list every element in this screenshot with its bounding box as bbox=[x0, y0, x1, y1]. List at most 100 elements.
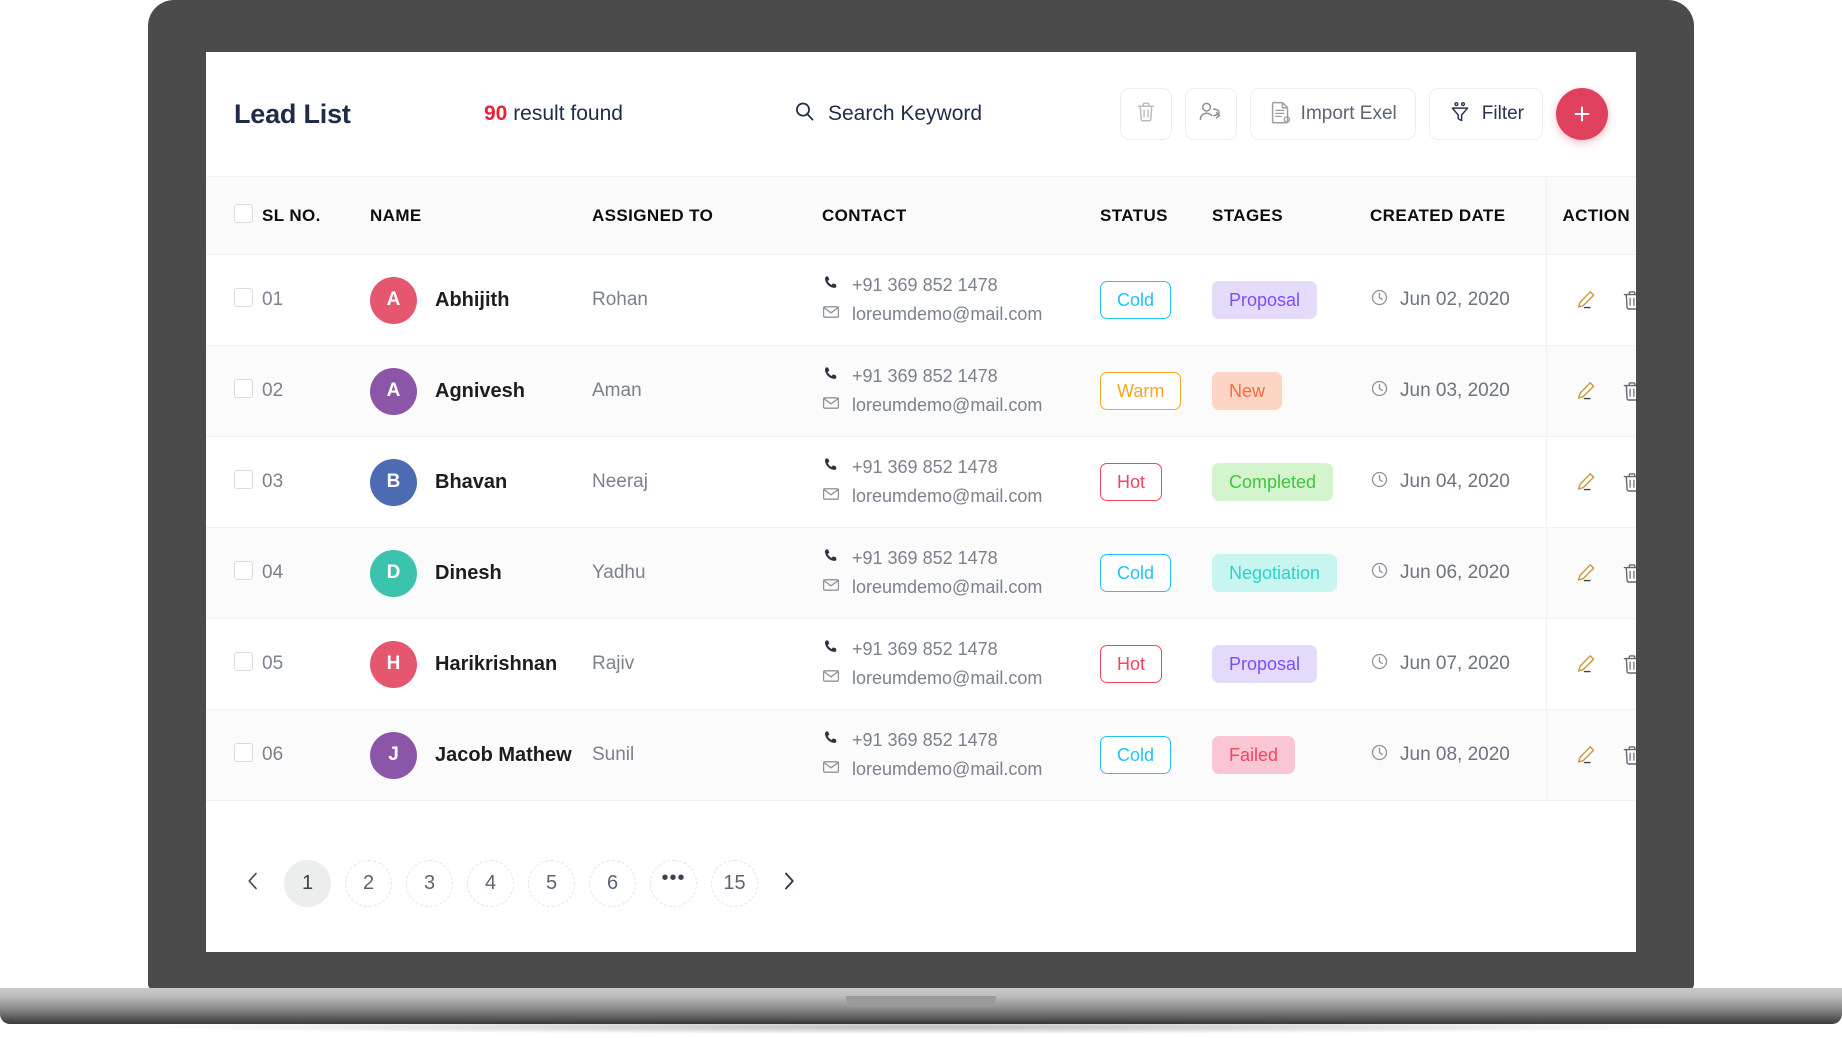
delete-row-icon[interactable] bbox=[1620, 743, 1636, 767]
cell-status: Cold bbox=[1100, 527, 1212, 619]
pagination-page-4[interactable]: 4 bbox=[467, 859, 514, 907]
contact-email: loreumdemo@mail.com bbox=[822, 758, 1100, 781]
row-select-cell bbox=[206, 709, 258, 801]
phone-number: +91 369 852 1478 bbox=[852, 275, 998, 295]
header-sl-no: SL NO. bbox=[258, 176, 370, 255]
cell-status: Warm bbox=[1100, 345, 1212, 437]
email-address: loreumdemo@mail.com bbox=[852, 486, 1043, 506]
delete-row-icon[interactable] bbox=[1620, 470, 1636, 494]
cell-assigned-to: Yadhu bbox=[592, 527, 822, 619]
header-stages: STAGES bbox=[1212, 176, 1370, 255]
delete-row-icon[interactable] bbox=[1620, 379, 1636, 403]
row-checkbox[interactable] bbox=[234, 742, 253, 762]
pagination-page-15[interactable]: 15 bbox=[711, 859, 758, 907]
result-count: 90 result found bbox=[484, 102, 794, 126]
phone-number: +91 369 852 1478 bbox=[852, 366, 998, 386]
pagination-prev[interactable] bbox=[236, 863, 270, 903]
laptop-mockup: Lead List 90 result found Search Keyword… bbox=[148, 0, 1694, 990]
contact-email: loreumdemo@mail.com bbox=[822, 303, 1100, 326]
table-row: 06 J Jacob Mathew Sunil +91 369 852 1478 lore… bbox=[206, 709, 1636, 801]
avatar: A bbox=[370, 276, 417, 324]
contact-phone: +91 369 852 1478 bbox=[822, 274, 1100, 297]
cell-created-date: Jun 08, 2020 bbox=[1370, 709, 1546, 801]
search-box[interactable] bbox=[794, 101, 1074, 127]
cell-contact: +91 369 852 1478 loreumdemo@mail.com bbox=[822, 618, 1100, 710]
edit-icon[interactable] bbox=[1574, 743, 1598, 767]
table-row: 04 D Dinesh Yadhu +91 369 852 1478 loreumdemo… bbox=[206, 527, 1636, 619]
cell-sl-no: 05 bbox=[258, 618, 370, 710]
edit-icon[interactable] bbox=[1574, 652, 1598, 676]
filter-button[interactable]: Filter bbox=[1428, 88, 1543, 140]
table-body: 01 A Abhijith Rohan +91 369 852 1478 loreumde… bbox=[206, 254, 1636, 801]
add-lead-button[interactable] bbox=[1556, 88, 1608, 140]
cell-action bbox=[1545, 709, 1636, 801]
pagination-page-5[interactable]: 5 bbox=[528, 859, 575, 907]
delete-row-icon[interactable] bbox=[1620, 652, 1636, 676]
cell-stage: Negotiation bbox=[1212, 527, 1370, 619]
cell-status: Hot bbox=[1100, 618, 1212, 710]
app-screen: Lead List 90 result found Search Keyword… bbox=[206, 52, 1636, 952]
cell-name: D Dinesh bbox=[370, 527, 592, 619]
row-checkbox[interactable] bbox=[234, 560, 253, 580]
delete-row-icon[interactable] bbox=[1620, 288, 1636, 312]
edit-icon[interactable] bbox=[1574, 470, 1598, 494]
cell-contact: +91 369 852 1478 loreumdemo@mail.com bbox=[822, 436, 1100, 528]
contact-phone: +91 369 852 1478 bbox=[822, 365, 1100, 388]
edit-icon[interactable] bbox=[1574, 561, 1598, 585]
select-all-checkbox[interactable] bbox=[234, 203, 253, 223]
pagination-pages: 1 2 3 4 5 6 ••• 15 bbox=[284, 859, 758, 907]
cell-action bbox=[1545, 254, 1636, 346]
header-action: ACTION bbox=[1545, 176, 1636, 255]
table-row: 03 B Bhavan Neeraj +91 369 852 1478 loreumdem… bbox=[206, 436, 1636, 528]
edit-icon[interactable] bbox=[1574, 288, 1598, 312]
cell-assigned-to: Aman bbox=[592, 345, 822, 437]
cell-stage: Completed bbox=[1212, 436, 1370, 528]
import-excel-label: Import Exel bbox=[1300, 103, 1397, 124]
chevron-left-icon bbox=[245, 869, 261, 898]
clock-icon bbox=[1370, 288, 1389, 313]
table-header-row: SL NO. NAME ASSIGNED TO CONTACT STATUS S… bbox=[206, 176, 1636, 255]
clock-icon bbox=[1370, 470, 1389, 495]
pagination-next[interactable] bbox=[772, 863, 806, 903]
trash-icon bbox=[1135, 100, 1157, 129]
import-excel-button[interactable]: Import Exel bbox=[1249, 88, 1416, 140]
created-date-text: Jun 03, 2020 bbox=[1400, 380, 1510, 401]
lead-name: Jacob Mathew bbox=[435, 743, 572, 766]
pagination-page-1[interactable]: 1 bbox=[284, 859, 331, 907]
plus-icon bbox=[1570, 102, 1594, 126]
pagination-page-6[interactable]: 6 bbox=[589, 859, 636, 907]
cell-assigned-to: Sunil bbox=[592, 709, 822, 801]
cell-stage: Proposal bbox=[1212, 254, 1370, 346]
lead-name: Harikrishnan bbox=[435, 652, 558, 675]
laptop-shadow bbox=[150, 1020, 1690, 1034]
row-checkbox[interactable] bbox=[234, 651, 253, 671]
page-title: Lead List bbox=[234, 98, 351, 129]
pagination-page-2[interactable]: 2 bbox=[345, 859, 392, 907]
edit-icon[interactable] bbox=[1574, 379, 1598, 403]
delete-row-icon[interactable] bbox=[1620, 561, 1636, 585]
phone-number: +91 369 852 1478 bbox=[852, 730, 998, 750]
cell-assigned-to: Rohan bbox=[592, 254, 822, 346]
row-checkbox[interactable] bbox=[234, 469, 253, 489]
status-badge: Warm bbox=[1100, 372, 1182, 410]
filter-label: Filter bbox=[1481, 103, 1524, 124]
cell-sl-no: 04 bbox=[258, 527, 370, 619]
phone-icon bbox=[822, 638, 840, 661]
stage-badge: Negotiation bbox=[1212, 554, 1338, 592]
row-checkbox[interactable] bbox=[234, 378, 253, 398]
pagination-page-3[interactable]: 3 bbox=[406, 859, 453, 907]
header-created-date: CREATED DATE bbox=[1370, 176, 1546, 255]
select-all-header bbox=[206, 176, 258, 255]
search-input[interactable] bbox=[828, 102, 1048, 126]
cell-contact: +91 369 852 1478 loreumdemo@mail.com bbox=[822, 345, 1100, 437]
row-checkbox[interactable] bbox=[234, 287, 253, 307]
delete-button[interactable] bbox=[1119, 88, 1172, 140]
header-contact: CONTACT bbox=[822, 176, 1100, 255]
row-select-cell bbox=[206, 254, 258, 346]
assign-user-button[interactable] bbox=[1184, 88, 1237, 140]
mail-icon bbox=[822, 394, 840, 417]
cell-action bbox=[1545, 618, 1636, 710]
contact-phone: +91 369 852 1478 bbox=[822, 638, 1100, 661]
cell-sl-no: 03 bbox=[258, 436, 370, 528]
cell-contact: +91 369 852 1478 loreumdemo@mail.com bbox=[822, 709, 1100, 801]
